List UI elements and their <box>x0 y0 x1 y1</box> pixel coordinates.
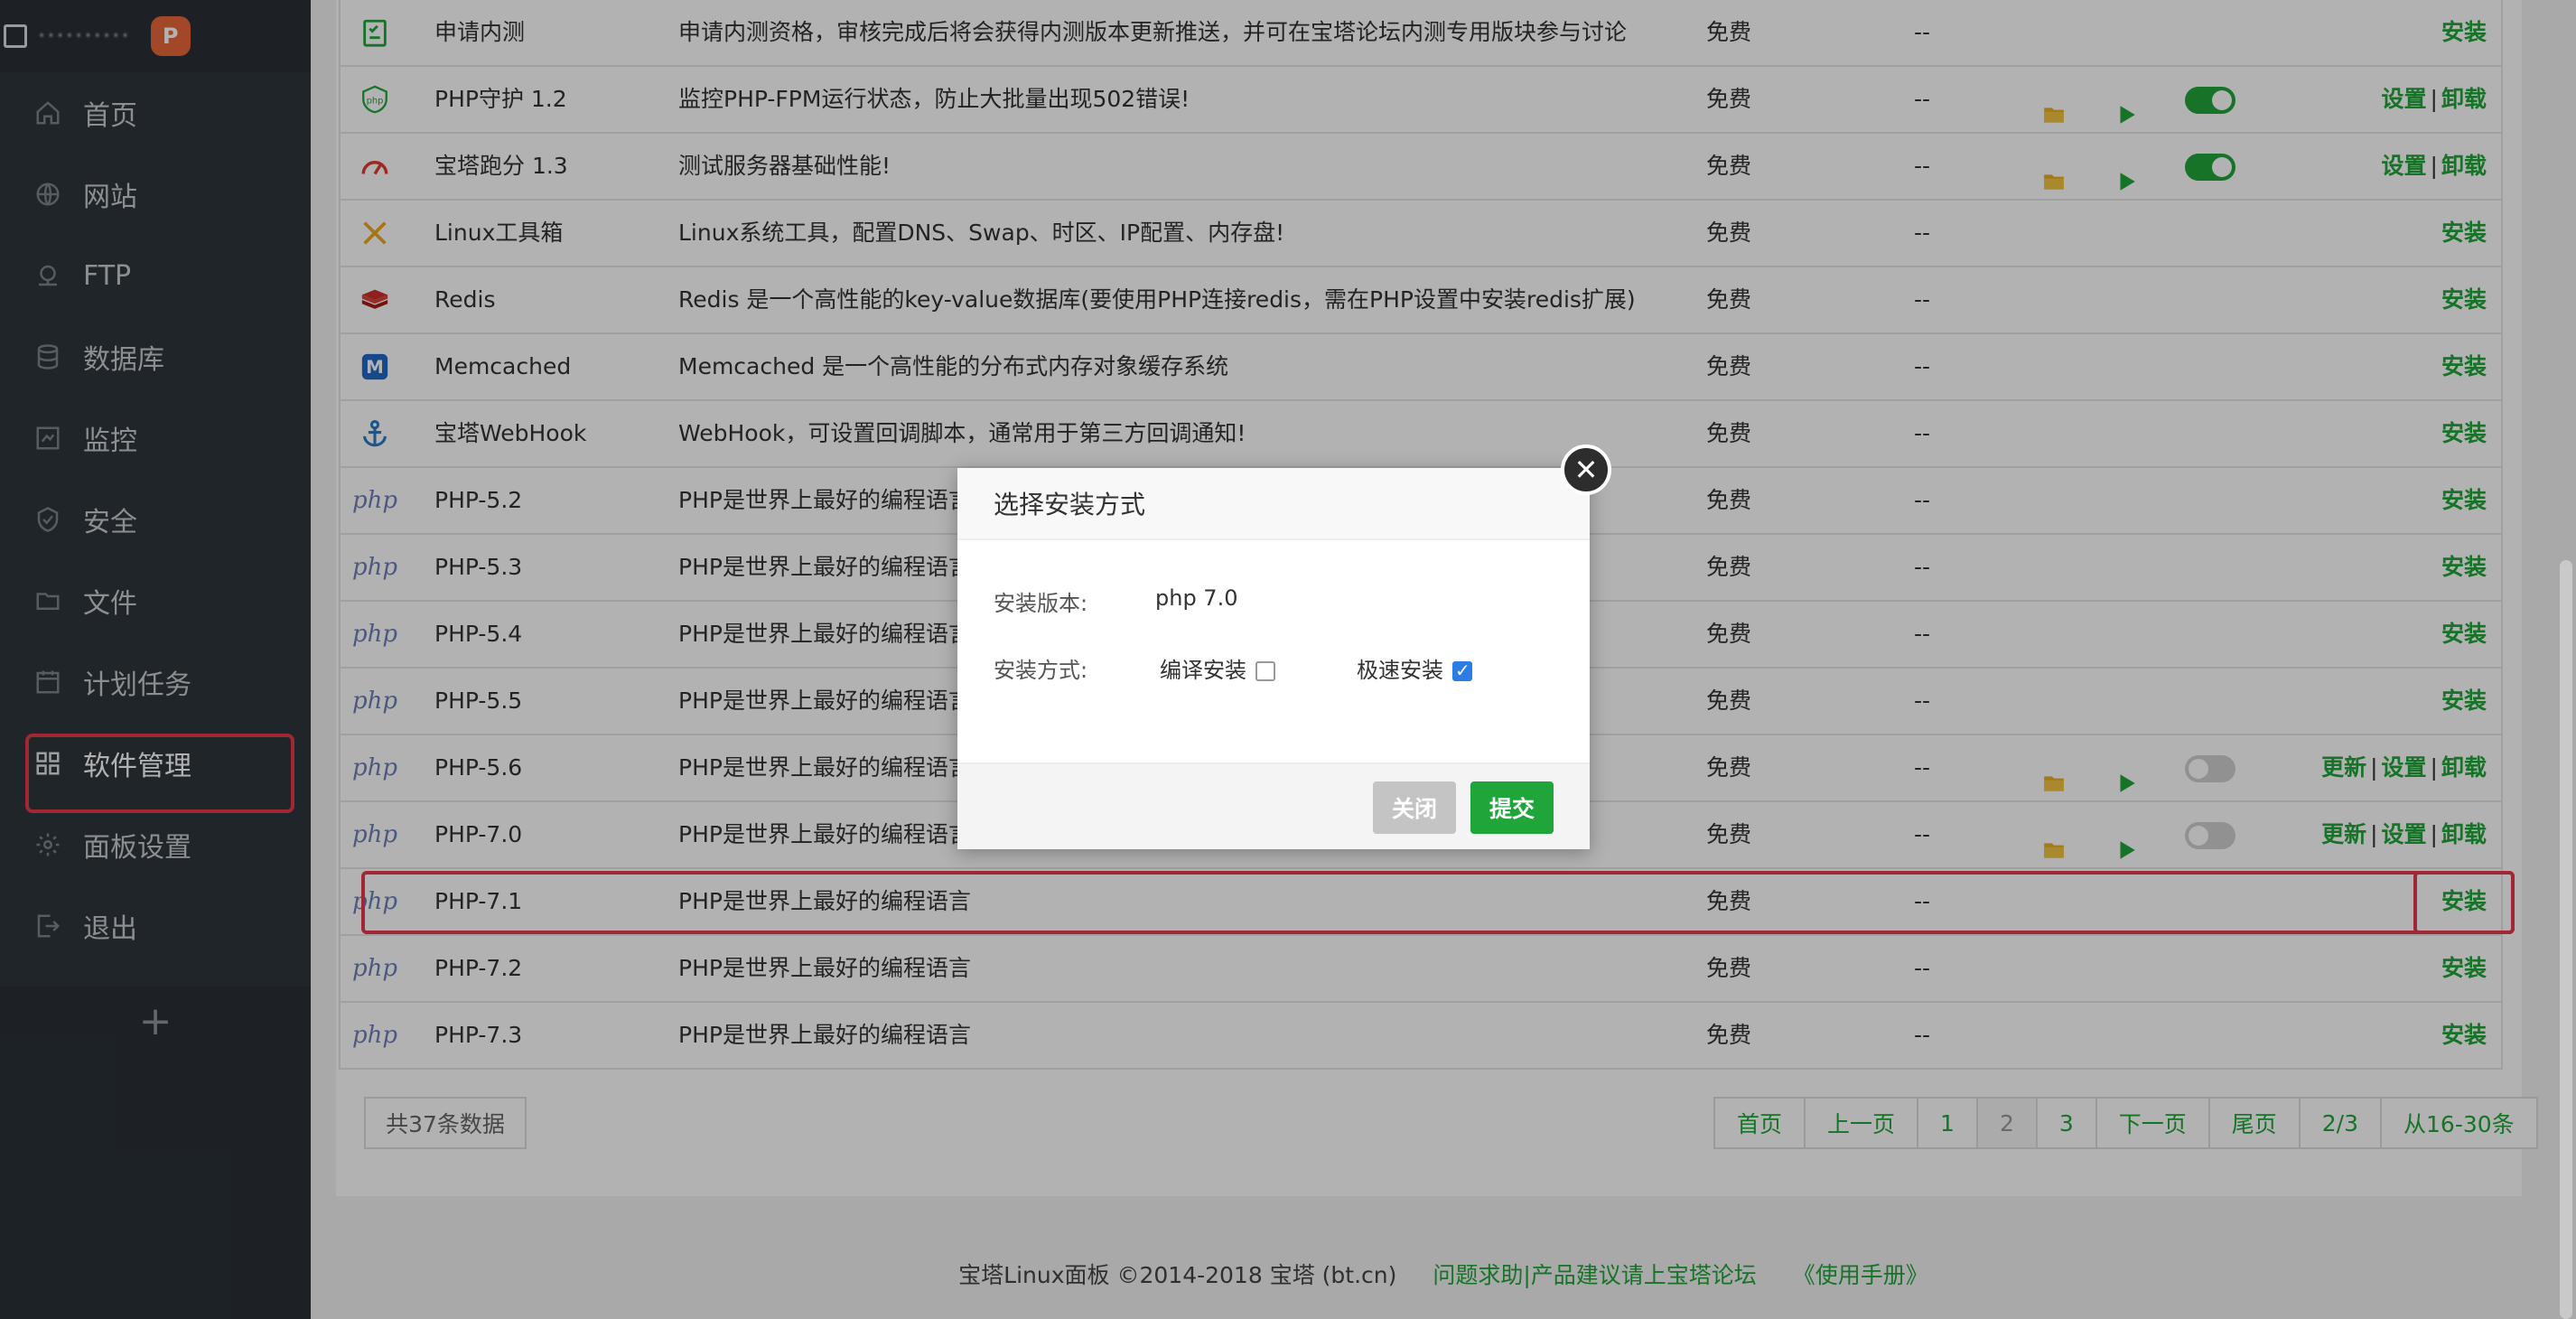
compile-checkbox[interactable] <box>1255 661 1275 681</box>
fast-checkbox[interactable] <box>1452 660 1472 681</box>
method-label: 安装方式: <box>994 658 1088 683</box>
compile-label: 编译安装 <box>1160 658 1246 683</box>
fast-label: 极速安装 <box>1357 658 1443 683</box>
close-button[interactable]: 关闭 <box>1373 781 1456 834</box>
version-value: php 7.0 <box>1155 585 1238 611</box>
install-dialog: 选择安装方式 安装版本: php 7.0 安装方式: 编译安装 极速安装 关闭 … <box>957 468 1590 849</box>
scrollbar[interactable] <box>2560 560 2572 1319</box>
close-x-icon[interactable]: ✕ <box>1561 444 1611 495</box>
dialog-body: 安装版本: php 7.0 安装方式: 编译安装 极速安装 <box>957 540 1590 762</box>
submit-button[interactable]: 提交 <box>1470 781 1554 834</box>
dialog-footer: 关闭 提交 <box>957 762 1590 849</box>
dialog-title: 选择安装方式 <box>957 468 1590 540</box>
version-label: 安装版本: <box>994 591 1088 616</box>
